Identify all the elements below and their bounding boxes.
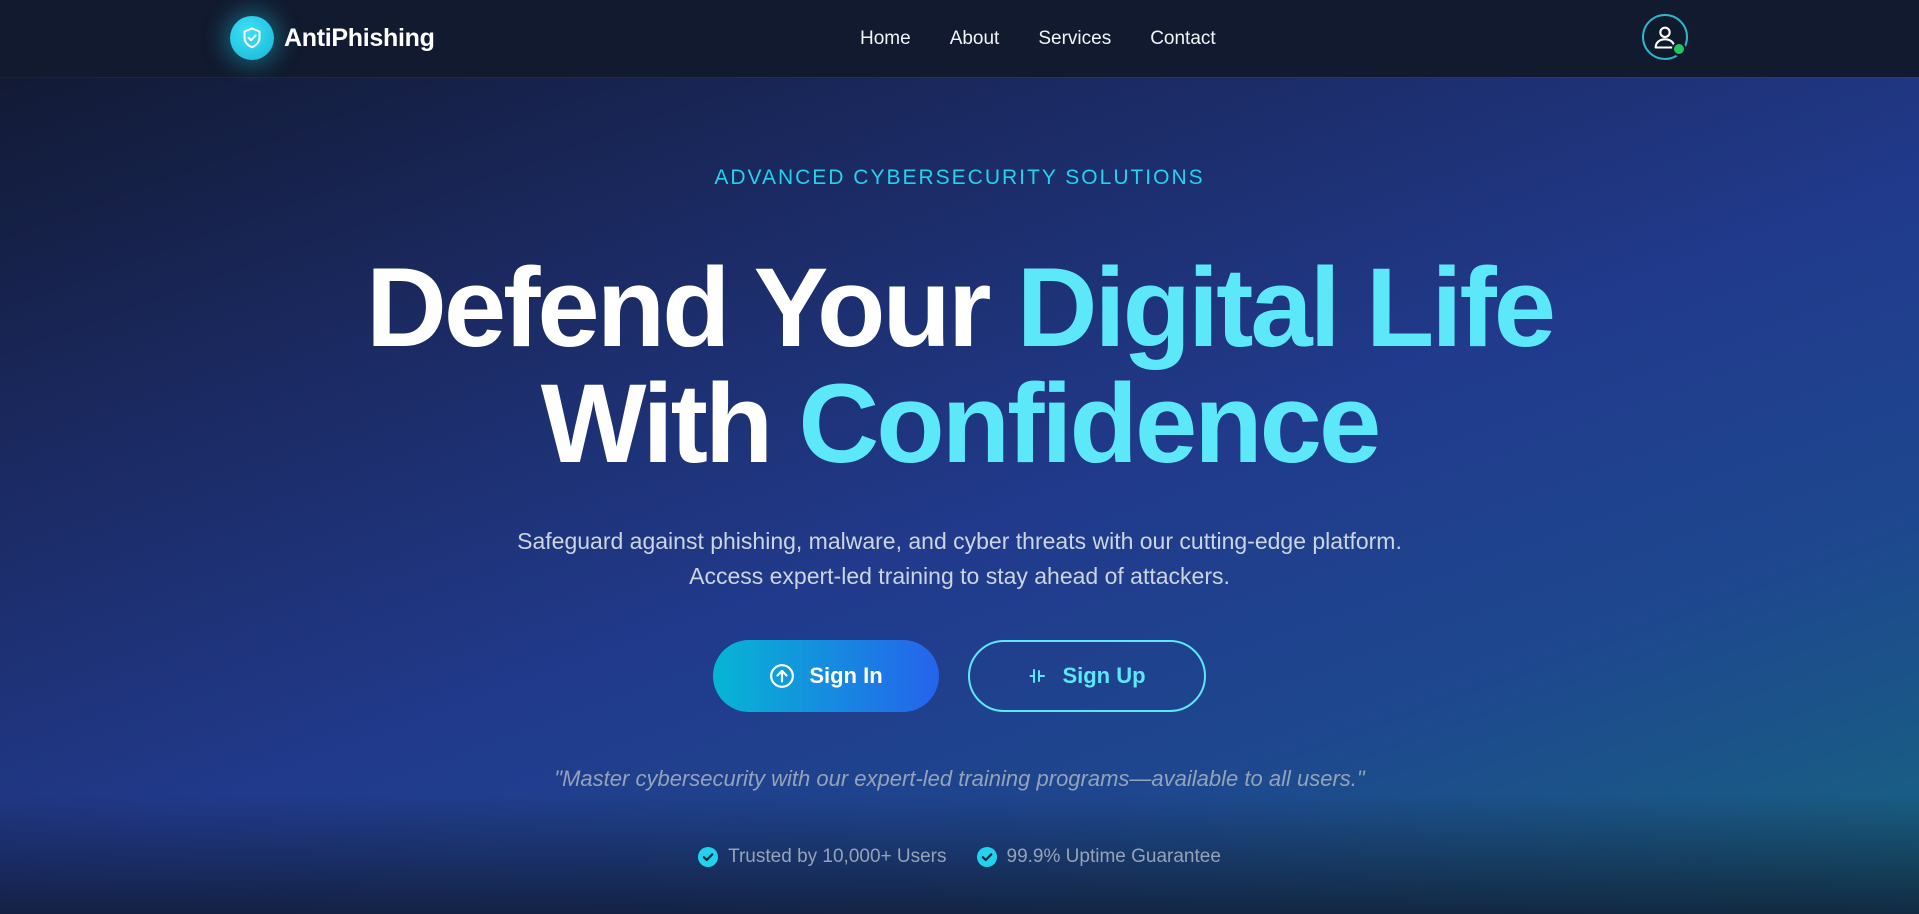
trust-badges: Trusted by 10,000+ Users 99.9% Uptime Gu… [0, 846, 1919, 868]
sign-in-button[interactable]: Sign In [713, 640, 939, 712]
nav-link-services[interactable]: Services [1038, 28, 1111, 50]
navbar: AntiPhishing Home About Services Contact [0, 0, 1919, 77]
headline-accent-2: Confidence [798, 361, 1381, 486]
nav-link-about[interactable]: About [950, 28, 1000, 50]
headline-text-2: With [540, 361, 774, 486]
hero-eyebrow: ADVANCED CYBERSECURITY SOLUTIONS [714, 166, 1205, 189]
hero-headline: Defend Your Digital Life With Confidence [0, 250, 1919, 482]
headline-text-1: Defend Your [365, 245, 991, 370]
check-circle-icon [698, 847, 719, 867]
trust-badge-label: Trusted by 10,000+ Users [728, 846, 947, 867]
subtitle-line-1: Safeguard against phishing, malware, and… [517, 528, 1402, 554]
check-circle-icon [976, 847, 997, 867]
sign-in-label: Sign In [809, 663, 883, 688]
user-plus-icon [1029, 669, 1046, 683]
brand-name: AntiPhishing [284, 23, 435, 52]
brand-link[interactable]: AntiPhishing [230, 16, 435, 60]
main-nav: Home About Services Contact [860, 0, 1216, 77]
shield-check-icon [230, 16, 274, 60]
sign-up-button[interactable]: Sign Up [968, 640, 1206, 712]
online-status-dot [1672, 42, 1686, 56]
trust-badge-label: 99.9% Uptime Guarantee [1006, 846, 1221, 867]
headline-accent-1: Digital Life [1016, 245, 1556, 370]
trust-badge-uptime: 99.9% Uptime Guarantee [976, 846, 1221, 868]
subtitle-line-2: Access expert-led training to stay ahead… [689, 563, 1230, 589]
sign-up-label: Sign Up [1062, 663, 1146, 688]
nav-link-home[interactable]: Home [860, 28, 911, 50]
trust-badge-users: Trusted by 10,000+ Users [698, 846, 947, 868]
hero-subtitle: Safeguard against phishing, malware, and… [0, 524, 1919, 594]
nav-link-contact[interactable]: Contact [1150, 28, 1215, 50]
profile-button[interactable] [1642, 14, 1688, 60]
arrow-up-circle-icon [770, 664, 795, 688]
hero-quote: "Master cybersecurity with our expert-le… [554, 766, 1365, 791]
